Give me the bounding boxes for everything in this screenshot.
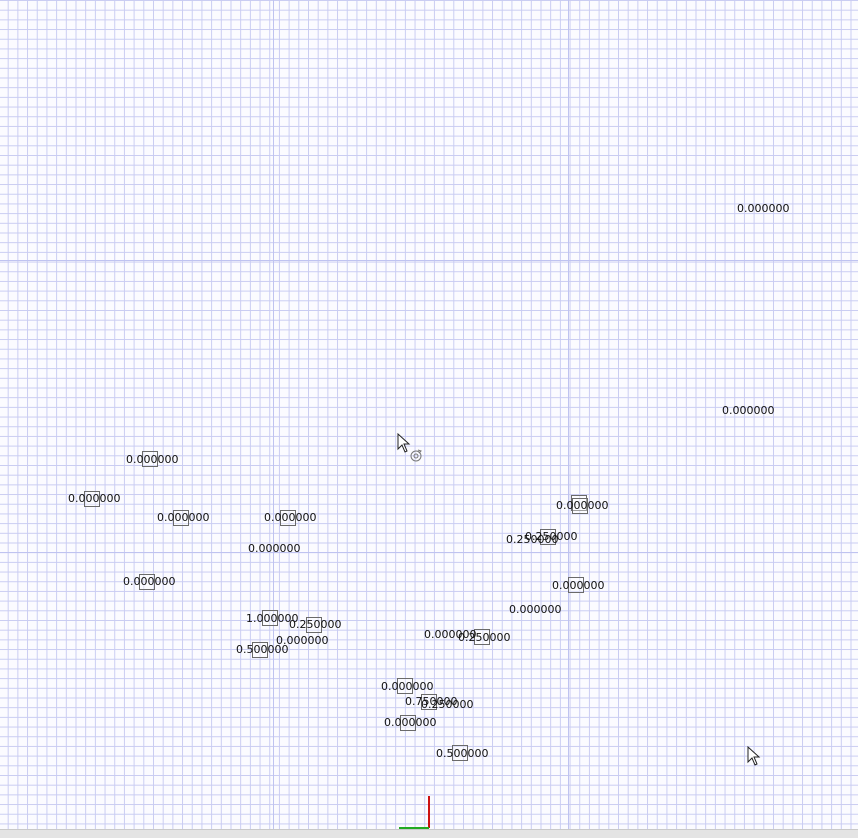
- node-marker[interactable]: [173, 510, 189, 526]
- value-label: 0.000000: [509, 603, 562, 616]
- node-marker[interactable]: [252, 642, 268, 658]
- node-marker[interactable]: [397, 678, 413, 694]
- mouse-pointer-icon: [747, 746, 761, 766]
- grid-major-line: [0, 260, 858, 261]
- axis-gizmo-icon: [399, 796, 430, 829]
- value-label: 0.000000: [737, 202, 790, 215]
- node-marker[interactable]: [84, 491, 100, 507]
- node-marker[interactable]: [306, 617, 322, 633]
- node-marker[interactable]: [452, 745, 468, 761]
- grid-major-line: [568, 0, 569, 829]
- node-marker[interactable]: [262, 610, 278, 626]
- grid-viewport[interactable]: 0.000000 0.000000 0.000000 0.000000 0.00…: [0, 0, 858, 829]
- value-label: 0.000000: [722, 404, 775, 417]
- value-label: 0.000000: [276, 634, 329, 647]
- node-marker[interactable]: [280, 510, 296, 526]
- node-marker[interactable]: [421, 694, 437, 710]
- node-marker[interactable]: [139, 574, 155, 590]
- node-marker[interactable]: [572, 498, 588, 514]
- grid-major-line: [0, 552, 858, 553]
- node-marker[interactable]: [400, 715, 416, 731]
- value-label: 0.000000: [424, 628, 477, 641]
- node-marker[interactable]: [474, 629, 490, 645]
- grid-major-line: [273, 0, 274, 829]
- node-marker[interactable]: [540, 529, 556, 545]
- node-marker[interactable]: [568, 577, 584, 593]
- rotate-icon[interactable]: [409, 449, 423, 463]
- node-marker[interactable]: [142, 451, 158, 467]
